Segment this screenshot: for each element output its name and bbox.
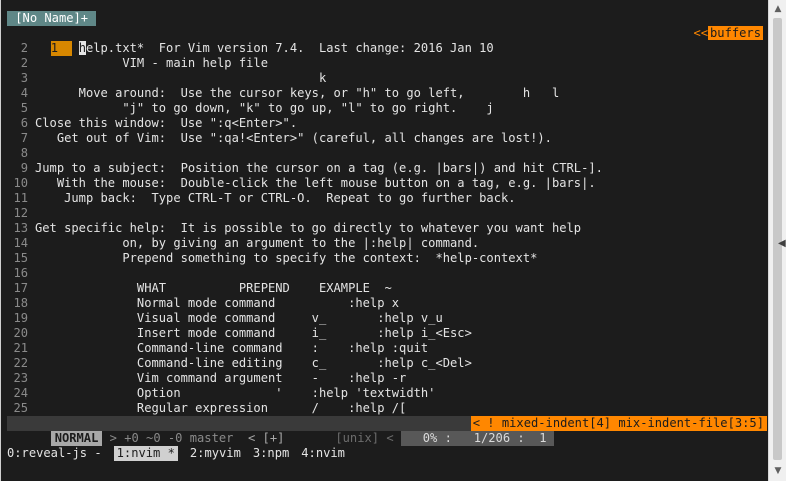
line-text: Command-line editing c_ :help c_<Del> bbox=[35, 356, 472, 370]
tab-arrow-icon: << bbox=[693, 26, 709, 40]
editor-line[interactable]: 25 Regular expression / :help /[ bbox=[7, 401, 406, 416]
line-number: 23 bbox=[13, 371, 28, 385]
line-text: Jump to a subject: Position the cursor o… bbox=[35, 161, 603, 175]
line-number: 3 bbox=[20, 71, 28, 85]
line-number: 14 bbox=[13, 236, 28, 250]
line-number: 15 bbox=[13, 251, 28, 265]
line-text: "j" to go down, "k" to go up, "l" to go … bbox=[35, 101, 494, 115]
line-number: 9 bbox=[20, 161, 28, 175]
editor-line-cursor[interactable]: 1 help.txt* For Vim version 7.4. Last cha… bbox=[7, 26, 494, 56]
editor-line[interactable]: 12 bbox=[7, 206, 35, 221]
line-text: Option ' :help 'textwidth' bbox=[35, 386, 436, 400]
tmux-status-bar: 0:reveal-js - 1:nvim * 2:myvim 3:npm 4:nvim bbox=[7, 446, 767, 461]
line-text: Command-line command : :help :quit bbox=[35, 341, 429, 355]
file-format: [unix] < bbox=[328, 431, 401, 445]
editor-line[interactable]: 10 With the mouse: Double-click the left… bbox=[7, 176, 596, 191]
editor-line[interactable]: 6 Close this window: Use ":q<Enter>". bbox=[7, 116, 297, 131]
line-text: With the mouse: Double-click the left mo… bbox=[35, 176, 596, 190]
indent-warning: < ! mixed-indent[4] mix-indent-file[3:5] bbox=[470, 416, 767, 431]
line-text: k bbox=[35, 71, 327, 85]
editor-line[interactable]: 13 Get specific help: It is possible to g… bbox=[7, 221, 581, 236]
editor-line[interactable]: 23 Vim command argument - :help -r bbox=[7, 371, 406, 386]
line-number: 6 bbox=[20, 116, 28, 130]
line-number: 21 bbox=[13, 341, 28, 355]
line-number: 5 bbox=[20, 101, 28, 115]
line-number: 7 bbox=[20, 131, 28, 145]
cursor-position: 0% : 1/206 : 1 bbox=[400, 431, 554, 446]
vim-tabline: [No Name]+ << buffers bbox=[7, 11, 767, 40]
line-number: 16 bbox=[13, 266, 28, 280]
tmux-window-tab[interactable]: 4:nvim bbox=[301, 446, 345, 461]
editor-line[interactable]: 2 bbox=[7, 41, 261, 56]
editor-line[interactable]: 17 WHAT PREPEND EXAMPLE ~ bbox=[7, 281, 392, 296]
tmux-window-tab[interactable]: 2:myvim bbox=[190, 446, 241, 461]
line-number: 10 bbox=[13, 176, 28, 190]
editor-line[interactable]: 9 Jump to a subject: Position the cursor … bbox=[7, 161, 603, 176]
git-status: > +0 ~0 -0 master bbox=[102, 431, 241, 445]
buffers-label[interactable]: buffers bbox=[708, 26, 763, 40]
tmux-window-tab[interactable]: 1:nvim * bbox=[113, 446, 178, 461]
editor-line[interactable]: 11 Jump back: Type CTRL-T or CTRL-O. Rep… bbox=[7, 191, 516, 206]
line-text: Get out of Vim: Use ":qa!<Enter>" (caref… bbox=[35, 131, 552, 145]
editor-line[interactable]: 15 Prepend something to specify the cont… bbox=[7, 251, 537, 266]
editor-line[interactable]: 20 Insert mode command i_ :help i_<Esc> bbox=[7, 326, 472, 341]
editor-line[interactable]: 24 Option ' :help 'textwidth' bbox=[7, 386, 435, 401]
mode-indicator: NORMAL bbox=[50, 431, 103, 446]
line-number: 13 bbox=[13, 221, 28, 235]
line-text bbox=[35, 41, 261, 55]
line-number: 19 bbox=[13, 311, 28, 325]
line-text: Insert mode command i_ :help i_<Esc> bbox=[35, 326, 472, 340]
line-number: 2 bbox=[20, 41, 28, 55]
editor-line[interactable]: 2 VIM - main help file bbox=[7, 56, 268, 71]
buffers-indicator: << buffers bbox=[635, 11, 763, 40]
line-number: 11 bbox=[13, 191, 28, 205]
editor-line[interactable]: 14 on, by giving an argument to the |:he… bbox=[7, 236, 479, 251]
line-text: Regular expression / :help /[ bbox=[35, 401, 407, 415]
line-number: 22 bbox=[13, 356, 28, 370]
tab-no-name[interactable]: [No Name]+ bbox=[7, 11, 97, 26]
scroll-up-icon[interactable]: ▲ bbox=[771, 2, 785, 16]
vim-statusline: NORMAL > +0 ~0 -0 master < [+] [unix] < … bbox=[7, 416, 767, 446]
line-text: VIM - main help file bbox=[35, 56, 268, 70]
line-number: 12 bbox=[13, 206, 28, 220]
line-text: Jump back: Type CTRL-T or CTRL-O. Repeat… bbox=[35, 191, 516, 205]
line-number: 8 bbox=[20, 146, 28, 160]
editor-line[interactable]: 16 bbox=[7, 266, 35, 281]
line-number: 4 bbox=[20, 86, 28, 100]
editor-line[interactable]: 3 k bbox=[7, 71, 327, 86]
editor-line[interactable]: 19 Visual mode command v_ :help v_u bbox=[7, 311, 443, 326]
editor-line[interactable]: 4 Move around: Use the cursor keys, or "… bbox=[7, 86, 560, 101]
line-number: 18 bbox=[13, 296, 28, 310]
line-text: on, by giving an argument to the |:help|… bbox=[35, 236, 480, 250]
editor-line[interactable]: 7 Get out of Vim: Use ":qa!<Enter>" (car… bbox=[7, 131, 552, 146]
editor-line[interactable]: 5 "j" to go down, "k" to go up, "l" to g… bbox=[7, 101, 494, 116]
line-text: Vim command argument - :help -r bbox=[35, 371, 407, 385]
editor-line[interactable]: 22 Command-line editing c_ :help c_<Del> bbox=[7, 356, 472, 371]
line-number: 25 bbox=[13, 401, 28, 415]
editor-line[interactable]: 21 Command-line command : :help :quit bbox=[7, 341, 428, 356]
line-number: 17 bbox=[13, 281, 28, 295]
line-text: WHAT PREPEND EXAMPLE ~ bbox=[35, 281, 392, 295]
line-text: Normal mode command :help x bbox=[35, 296, 400, 310]
line-text: Close this window: Use ":q<Enter>". bbox=[35, 116, 298, 130]
buffer-modified-flag: < [+] bbox=[240, 431, 329, 445]
panel-collapse-icon[interactable]: ◀ bbox=[778, 238, 786, 250]
line-text: Get specific help: It is possible to go … bbox=[35, 221, 582, 235]
scroll-down-icon[interactable]: ▼ bbox=[771, 464, 785, 478]
line-text: Move around: Use the cursor keys, or "h"… bbox=[35, 86, 560, 100]
line-number: 24 bbox=[13, 386, 28, 400]
line-number: 20 bbox=[13, 326, 28, 340]
line-text: Visual mode command v_ :help v_u bbox=[35, 311, 443, 325]
line-number: 2 bbox=[20, 56, 28, 70]
terminal-window: [No Name]+ << buffers 1 help.txt* For Vim … bbox=[0, 0, 769, 481]
tmux-window-tab[interactable]: 3:npm bbox=[253, 446, 289, 461]
line-text: Prepend something to specify the context… bbox=[35, 251, 538, 265]
editor-line[interactable]: 8 bbox=[7, 146, 35, 161]
tmux-window-tab[interactable]: 0:reveal-js - bbox=[7, 446, 102, 461]
editor-line[interactable]: 18 Normal mode command :help x bbox=[7, 296, 399, 311]
